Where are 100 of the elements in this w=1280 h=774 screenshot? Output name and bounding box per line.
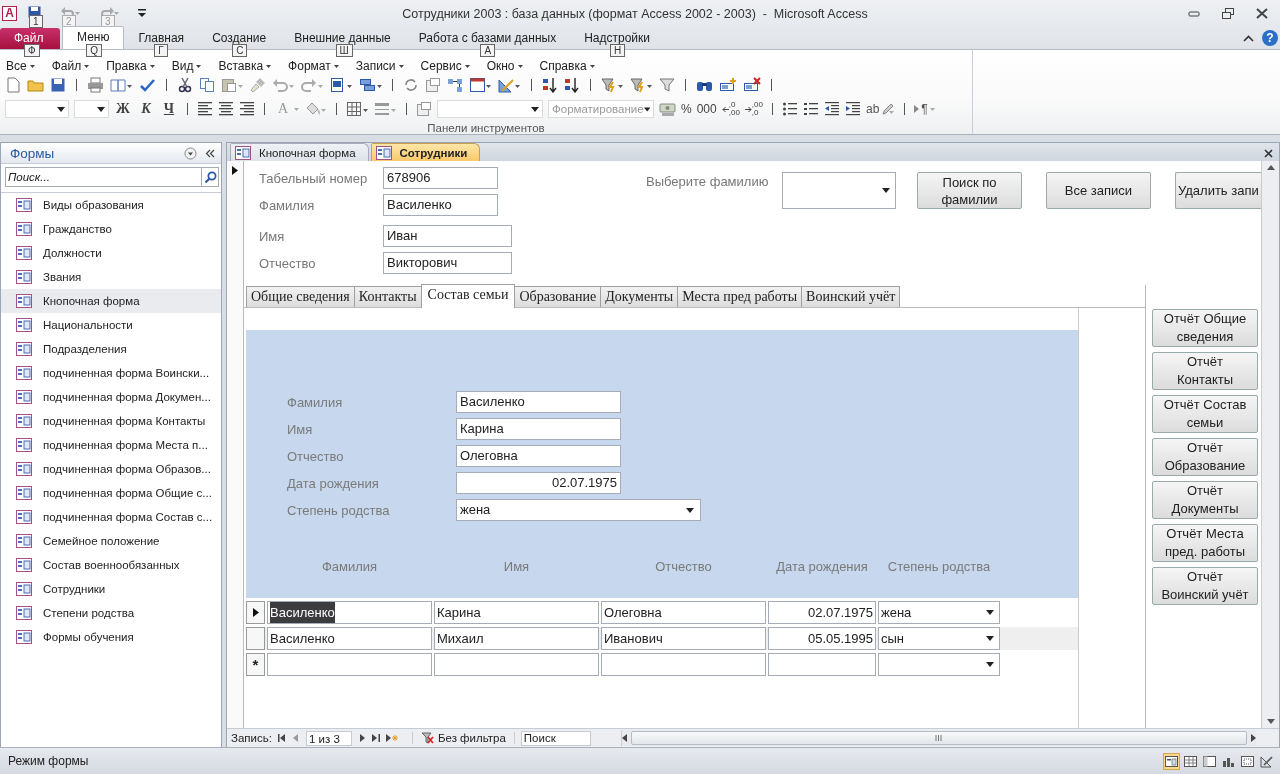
search-field[interactable]: Поиск — [520, 730, 591, 746]
align-right-icon[interactable] — [239, 102, 255, 116]
numbering-icon[interactable] — [802, 102, 819, 116]
properties-icon[interactable] — [416, 101, 432, 117]
table-cell[interactable] — [434, 653, 599, 676]
nav-item[interactable]: Гражданство — [1, 217, 221, 241]
filter-icon[interactable] — [659, 77, 675, 93]
indent-increase-icon[interactable] — [844, 102, 861, 116]
menu-item[interactable]: Все — [6, 59, 35, 73]
text-field[interactable]: Василенко — [456, 391, 621, 413]
nav-item[interactable]: Семейное положение — [1, 529, 221, 553]
decrease-decimals-button[interactable]: ,00 ,0 — [744, 101, 763, 117]
menu-item[interactable]: Сервис — [420, 59, 470, 73]
customize-menu-icon[interactable] — [138, 8, 146, 19]
scroll-up-icon[interactable] — [1266, 165, 1275, 170]
table-cell[interactable] — [768, 653, 876, 676]
table-cell[interactable]: Василенко — [267, 601, 432, 624]
delete-record-icon[interactable] — [743, 77, 761, 93]
percent-button[interactable]: % — [681, 102, 692, 116]
underline-button[interactable]: Ч — [160, 101, 178, 117]
text-field[interactable]: Карина — [456, 418, 621, 440]
menu-item[interactable]: Правка — [106, 59, 155, 73]
text-field[interactable]: Василенко — [383, 194, 498, 216]
increase-decimals-button[interactable]: ,0 ,00 — [721, 101, 740, 117]
vertical-scrollbar[interactable] — [1261, 161, 1279, 728]
nav-item[interactable]: Формы обучения — [1, 625, 221, 649]
document-export-icon[interactable] — [330, 77, 353, 93]
font-size-dropdown[interactable] — [74, 100, 109, 118]
text-field[interactable]: 678906 — [383, 167, 498, 189]
row-selector[interactable] — [246, 601, 265, 624]
scissors-icon[interactable] — [177, 77, 193, 93]
scroll-right-icon[interactable] — [1251, 734, 1256, 742]
form-button[interactable]: Поиск по фамилии — [917, 172, 1022, 209]
minimize-icon[interactable] — [1188, 8, 1200, 19]
clipboard-icon[interactable] — [221, 77, 244, 93]
nav-item[interactable]: подчиненная форма Докумен... — [1, 385, 221, 409]
nav-item[interactable]: Подразделения — [1, 337, 221, 361]
table-cell[interactable]: жена — [878, 601, 1000, 624]
scroll-left-icon[interactable] — [621, 734, 627, 742]
thousands-button[interactable]: 000 — [696, 102, 717, 116]
table-cell[interactable]: 02.07.1975 — [768, 601, 876, 624]
properties-icon[interactable] — [425, 77, 441, 93]
table-cell[interactable]: Иванович — [601, 627, 766, 650]
menu-item[interactable]: Вставка — [218, 59, 272, 73]
relationships-icon[interactable] — [447, 77, 463, 93]
bullets-icon[interactable] — [781, 102, 798, 116]
menu-item[interactable]: Записи — [355, 59, 404, 73]
currency-icon[interactable] — [659, 101, 676, 117]
document-tab[interactable]: Сотрудники — [370, 143, 481, 161]
text-direction-button[interactable]: ab — [865, 102, 896, 116]
nav-item[interactable]: Звания — [1, 265, 221, 289]
nav-item[interactable]: Национальности — [1, 313, 221, 337]
design-view-icon[interactable] — [1259, 753, 1274, 769]
printer-icon[interactable] — [87, 77, 104, 93]
new-record-icon[interactable] — [385, 733, 398, 743]
table-cell[interactable]: 05.05.1995 — [768, 627, 876, 650]
form-button[interactable]: Все записи — [1046, 172, 1151, 209]
nav-item[interactable]: подчиненная форма Состав с... — [1, 505, 221, 529]
text-field[interactable]: Викторович — [383, 252, 512, 274]
italic-button[interactable]: К — [137, 101, 155, 117]
nav-item[interactable]: подчиненная форма Воински... — [1, 361, 221, 385]
indent-decrease-icon[interactable] — [823, 102, 840, 116]
filter-button[interactable]: Без фильтра — [411, 732, 515, 744]
table-cell[interactable] — [267, 653, 432, 676]
paint-bucket-icon[interactable] — [304, 101, 327, 117]
window-icon[interactable] — [469, 77, 492, 93]
menu-item[interactable]: Справка — [539, 59, 595, 73]
form-tab[interactable]: Состав семьи — [420, 284, 516, 308]
table-cell[interactable]: Михаил — [434, 627, 599, 650]
form-button[interactable]: Удалить запи — [1175, 172, 1261, 209]
table-cell[interactable] — [878, 653, 1000, 676]
nav-item[interactable]: Должности — [1, 241, 221, 265]
table-cell[interactable] — [601, 653, 766, 676]
close-icon[interactable] — [1264, 149, 1273, 158]
new-record-icon[interactable] — [719, 77, 737, 93]
paragraph-button[interactable]: ¶ — [914, 102, 935, 116]
form-tab[interactable]: Документы — [600, 286, 679, 307]
horizontal-scrollbar[interactable] — [620, 730, 1256, 746]
text-field[interactable]: Олеговна — [456, 445, 621, 467]
last-record-icon[interactable] — [371, 734, 380, 742]
filter-lightning-icon[interactable] — [601, 77, 624, 93]
report-button[interactable]: Отчёт Воинский учёт — [1152, 567, 1258, 605]
copy-icon[interactable] — [199, 77, 215, 93]
windows-icon[interactable] — [359, 77, 382, 93]
layout-view-icon[interactable] — [1240, 753, 1255, 769]
nav-item[interactable]: Кнопочная форма — [1, 289, 221, 313]
align-left-icon[interactable] — [197, 102, 213, 116]
menu-item[interactable]: Формат — [288, 59, 339, 73]
restore-icon[interactable] — [1222, 8, 1234, 19]
form-tab[interactable]: Контакты — [353, 286, 422, 307]
collapse-ribbon-icon[interactable] — [1243, 34, 1254, 42]
report-button[interactable]: Отчёт Общие сведения — [1152, 309, 1258, 347]
check-mark-icon[interactable] — [139, 77, 156, 93]
scroll-down-icon[interactable] — [1266, 719, 1275, 724]
menu-item[interactable]: Вид — [171, 59, 202, 73]
relation-dropdown[interactable]: жена — [456, 499, 701, 521]
document-icon[interactable] — [5, 77, 21, 93]
bold-button[interactable]: Ж — [114, 101, 132, 117]
close-icon[interactable] — [1256, 8, 1268, 19]
record-position-field[interactable]: 1 из 3 — [305, 730, 352, 746]
